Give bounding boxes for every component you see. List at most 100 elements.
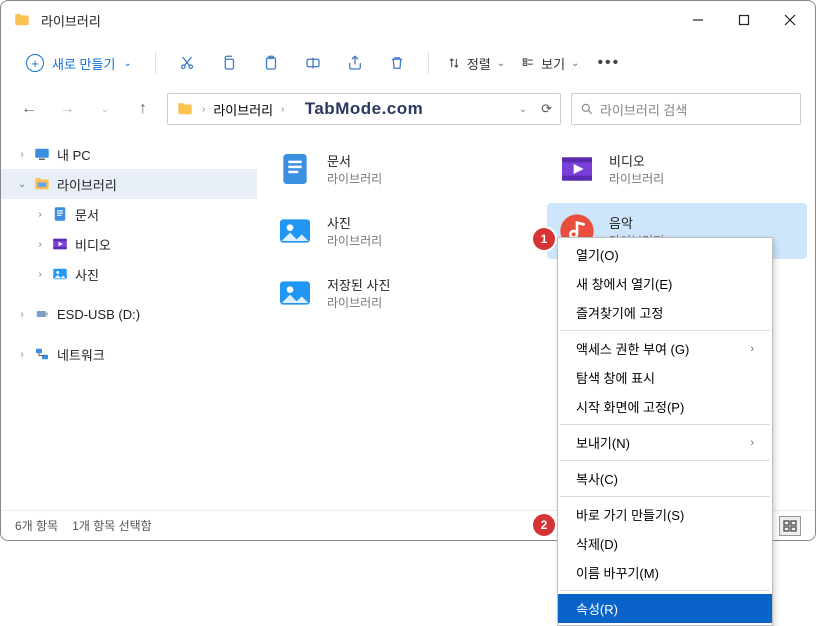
icons-view-button[interactable] (779, 516, 801, 536)
sidebar-item-6[interactable]: › ESD-USB (D:) (1, 299, 257, 329)
menu-item-label: 액세스 권한 부여 (G) (576, 339, 689, 358)
sidebar-item-1[interactable]: ⌄ 라이브러리 (1, 169, 257, 199)
back-button[interactable]: ← (15, 95, 43, 123)
sidebar-item-4[interactable]: › 사진 (1, 259, 257, 289)
tree-label: 사진 (75, 265, 99, 284)
separator (428, 52, 429, 74)
menu-item-label: 시작 화면에 고정(P) (576, 397, 684, 416)
item-icon (273, 209, 317, 253)
refresh-icon[interactable]: ⟳ (541, 101, 552, 117)
toolbar: + 새로 만들기 ⌄ 정렬 ⌄ 보기 ⌄ ••• (1, 39, 815, 87)
menu-item-label: 즐겨찾기에 고정 (576, 303, 663, 322)
search-icon (580, 102, 594, 116)
sidebar-item-0[interactable]: › 내 PC (1, 139, 257, 169)
tree-icon (33, 145, 51, 163)
item-title: 문서 (327, 151, 382, 170)
menu-separator (560, 330, 770, 331)
sort-button[interactable]: 정렬 ⌄ (441, 50, 511, 77)
item-subtitle: 라이브러리 (327, 170, 382, 187)
menu-separator (560, 424, 770, 425)
folder-icon (176, 100, 194, 118)
context-menu-item-0[interactable]: 열기(O) (558, 240, 772, 269)
delete-button[interactable] (378, 45, 416, 81)
tree-label: 문서 (75, 205, 99, 224)
submenu-arrow-icon: › (750, 343, 754, 355)
context-menu-item-2[interactable]: 즐겨찾기에 고정 (558, 298, 772, 327)
minimize-button[interactable] (675, 4, 721, 36)
item-icon (273, 271, 317, 315)
item-title: 음악 (609, 213, 664, 232)
chevron-right-icon: › (281, 104, 284, 115)
share-button[interactable] (336, 45, 374, 81)
new-button-label: 새로 만들기 (52, 54, 115, 73)
context-menu-item-4[interactable]: 액세스 권한 부여 (G) › (558, 334, 772, 363)
sidebar-item-8[interactable]: › 네트워크 (1, 339, 257, 369)
tree-caret-icon: › (17, 309, 27, 320)
library-item-0[interactable]: 문서 라이브러리 (265, 141, 525, 197)
address-bar[interactable]: › 라이브러리 › TabMode.com ⌄ ⟳ (167, 93, 561, 125)
library-item-2[interactable]: 사진 라이브러리 (265, 203, 525, 259)
close-button[interactable] (767, 4, 813, 36)
chevron-down-icon: ⌄ (571, 58, 579, 69)
address-text: 라이브러리 (213, 100, 273, 119)
library-item-1[interactable]: 비디오 라이브러리 (547, 141, 807, 197)
copy-button[interactable] (210, 45, 248, 81)
menu-item-label: 이름 바꾸기(M) (576, 563, 659, 582)
watermark-text: TabMode.com (305, 99, 424, 119)
menu-item-label: 보내기(N) (576, 433, 630, 452)
menu-item-label: 속성(R) (576, 599, 618, 618)
view-button[interactable]: 보기 ⌄ (515, 50, 585, 77)
context-menu-item-14[interactable]: 이름 바꾸기(M) (558, 558, 772, 587)
more-button[interactable]: ••• (589, 50, 628, 76)
item-icon (555, 147, 599, 191)
rename-button[interactable] (294, 45, 332, 81)
tree-label: 라이브러리 (57, 175, 117, 194)
search-box[interactable]: 라이브러리 검색 (571, 93, 801, 125)
sidebar-item-3[interactable]: › 비디오 (1, 229, 257, 259)
context-menu-item-8[interactable]: 보내기(N) › (558, 428, 772, 457)
view-label: 보기 (541, 54, 565, 73)
menu-item-label: 바로 가기 만들기(S) (576, 505, 684, 524)
context-menu-item-12[interactable]: 바로 가기 만들기(S) (558, 500, 772, 529)
menu-item-label: 삭제(D) (576, 534, 618, 553)
tree-label: ESD-USB (D:) (57, 307, 140, 322)
tree-caret-icon: › (35, 269, 45, 280)
up-button[interactable]: ↑ (129, 95, 157, 123)
tree-icon (51, 205, 69, 223)
item-title: 사진 (327, 213, 382, 232)
context-menu-item-5[interactable]: 탐색 창에 표시 (558, 363, 772, 392)
submenu-arrow-icon: › (750, 437, 754, 449)
menu-item-label: 새 창에서 열기(E) (576, 274, 672, 293)
sidebar: › 내 PC⌄ 라이브러리› 문서› 비디오› 사진› ESD-USB (D:)… (1, 131, 257, 510)
sidebar-item-2[interactable]: › 문서 (1, 199, 257, 229)
tree-icon (33, 345, 51, 363)
item-title: 비디오 (609, 151, 664, 170)
callout-badge-1: 1 (533, 228, 555, 250)
forward-button[interactable]: → (53, 95, 81, 123)
cut-button[interactable] (168, 45, 206, 81)
menu-item-label: 탐색 창에 표시 (576, 368, 655, 387)
menu-separator (560, 590, 770, 591)
status-count: 6개 항목 (15, 517, 58, 534)
new-button[interactable]: + 새로 만들기 ⌄ (15, 47, 143, 80)
tree-icon (33, 175, 51, 193)
tree-label: 내 PC (57, 145, 91, 164)
separator (155, 52, 156, 74)
menu-item-label: 열기(O) (576, 245, 619, 264)
plus-icon: + (26, 54, 44, 72)
maximize-button[interactable] (721, 4, 767, 36)
context-menu-item-1[interactable]: 새 창에서 열기(E) (558, 269, 772, 298)
chevron-right-icon: › (202, 104, 205, 115)
library-item-4[interactable]: 저장된 사진 라이브러리 (265, 265, 525, 321)
paste-button[interactable] (252, 45, 290, 81)
context-menu-item-13[interactable]: 삭제(D) (558, 529, 772, 558)
context-menu-item-6[interactable]: 시작 화면에 고정(P) (558, 392, 772, 421)
tree-label: 비디오 (75, 235, 111, 254)
chevron-down-icon: ⌄ (497, 58, 505, 69)
context-menu: 열기(O) 새 창에서 열기(E) 즐겨찾기에 고정액세스 권한 부여 (G) › 탐색… (557, 237, 773, 626)
context-menu-item-10[interactable]: 복사(C) (558, 464, 772, 493)
context-menu-item-16[interactable]: 속성(R) (558, 594, 772, 623)
item-subtitle: 라이브러리 (327, 294, 390, 311)
chevron-down-icon[interactable]: ⌄ (519, 104, 527, 115)
recent-button[interactable]: ⌄ (91, 95, 119, 123)
